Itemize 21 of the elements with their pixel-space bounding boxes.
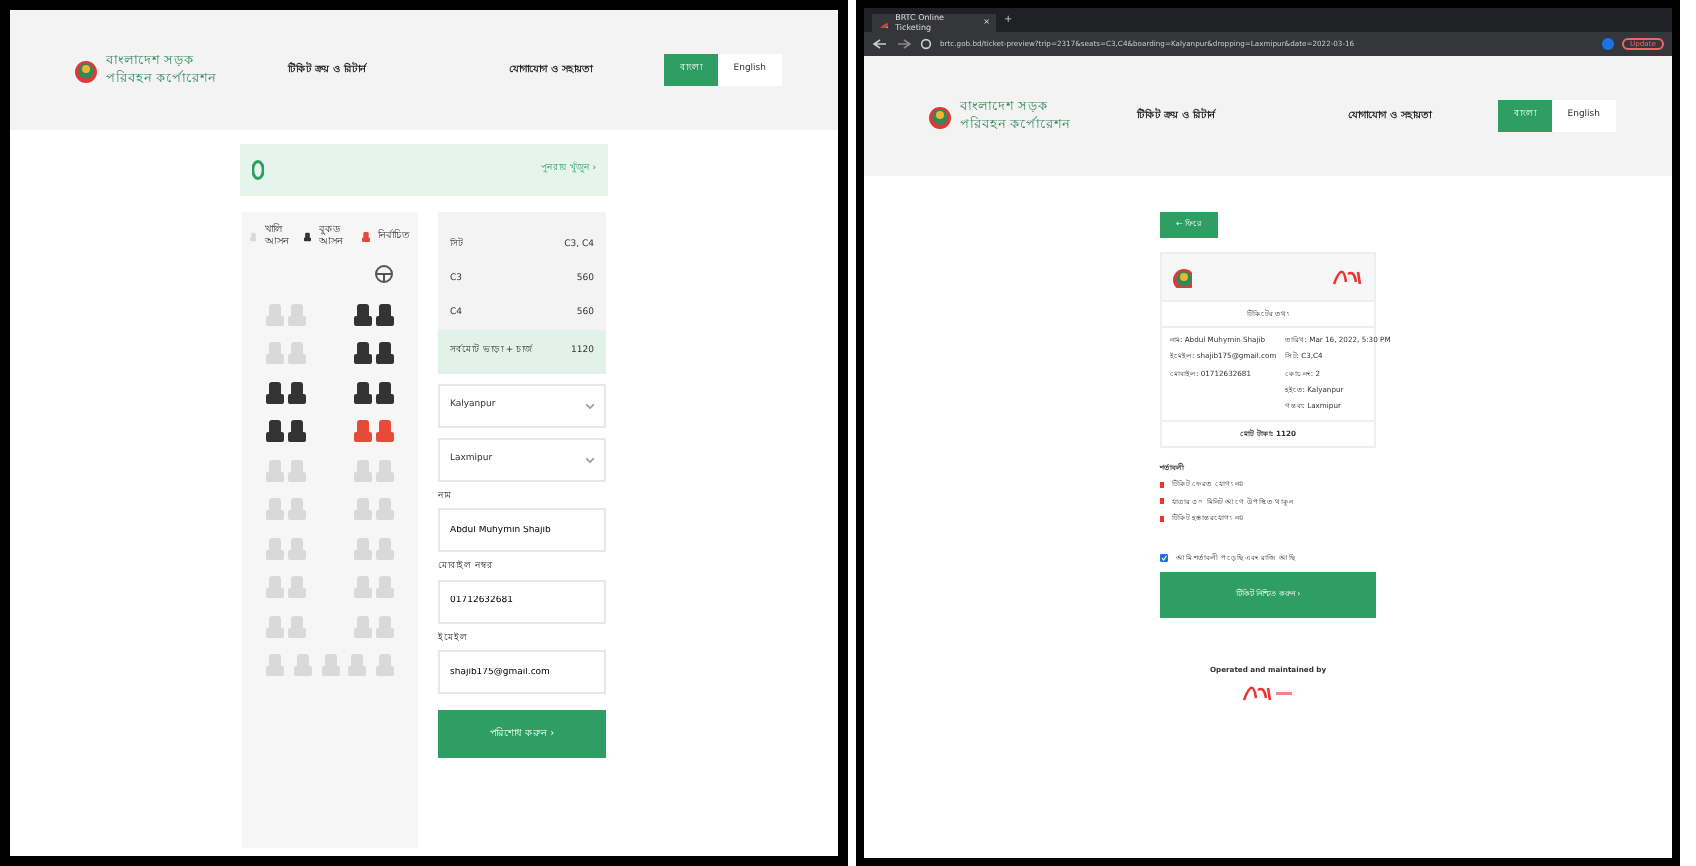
seat-icon[interactable] <box>376 342 394 364</box>
forward-icon[interactable] <box>896 38 912 50</box>
seat-icon[interactable] <box>266 420 284 442</box>
seat-icon[interactable] <box>376 303 394 325</box>
caret-icon <box>586 457 594 463</box>
profile-icon[interactable] <box>1601 38 1614 50</box>
checkbox[interactable] <box>1160 554 1168 563</box>
steering-wheel-icon <box>374 264 394 284</box>
seat-icon[interactable] <box>354 381 372 403</box>
seat-icon[interactable] <box>376 381 394 403</box>
seat-icon[interactable] <box>288 420 306 442</box>
seat-icon[interactable] <box>354 342 372 364</box>
seat-icon[interactable] <box>266 381 284 403</box>
reload-icon[interactable] <box>920 38 932 50</box>
bus-icon <box>252 160 264 180</box>
seat-icon[interactable] <box>288 381 306 403</box>
company-logo-icon <box>1242 681 1294 702</box>
seat-icon[interactable] <box>354 303 372 325</box>
caret-icon <box>586 403 594 409</box>
back-icon[interactable] <box>872 38 888 50</box>
company-logo-icon <box>1332 266 1364 287</box>
